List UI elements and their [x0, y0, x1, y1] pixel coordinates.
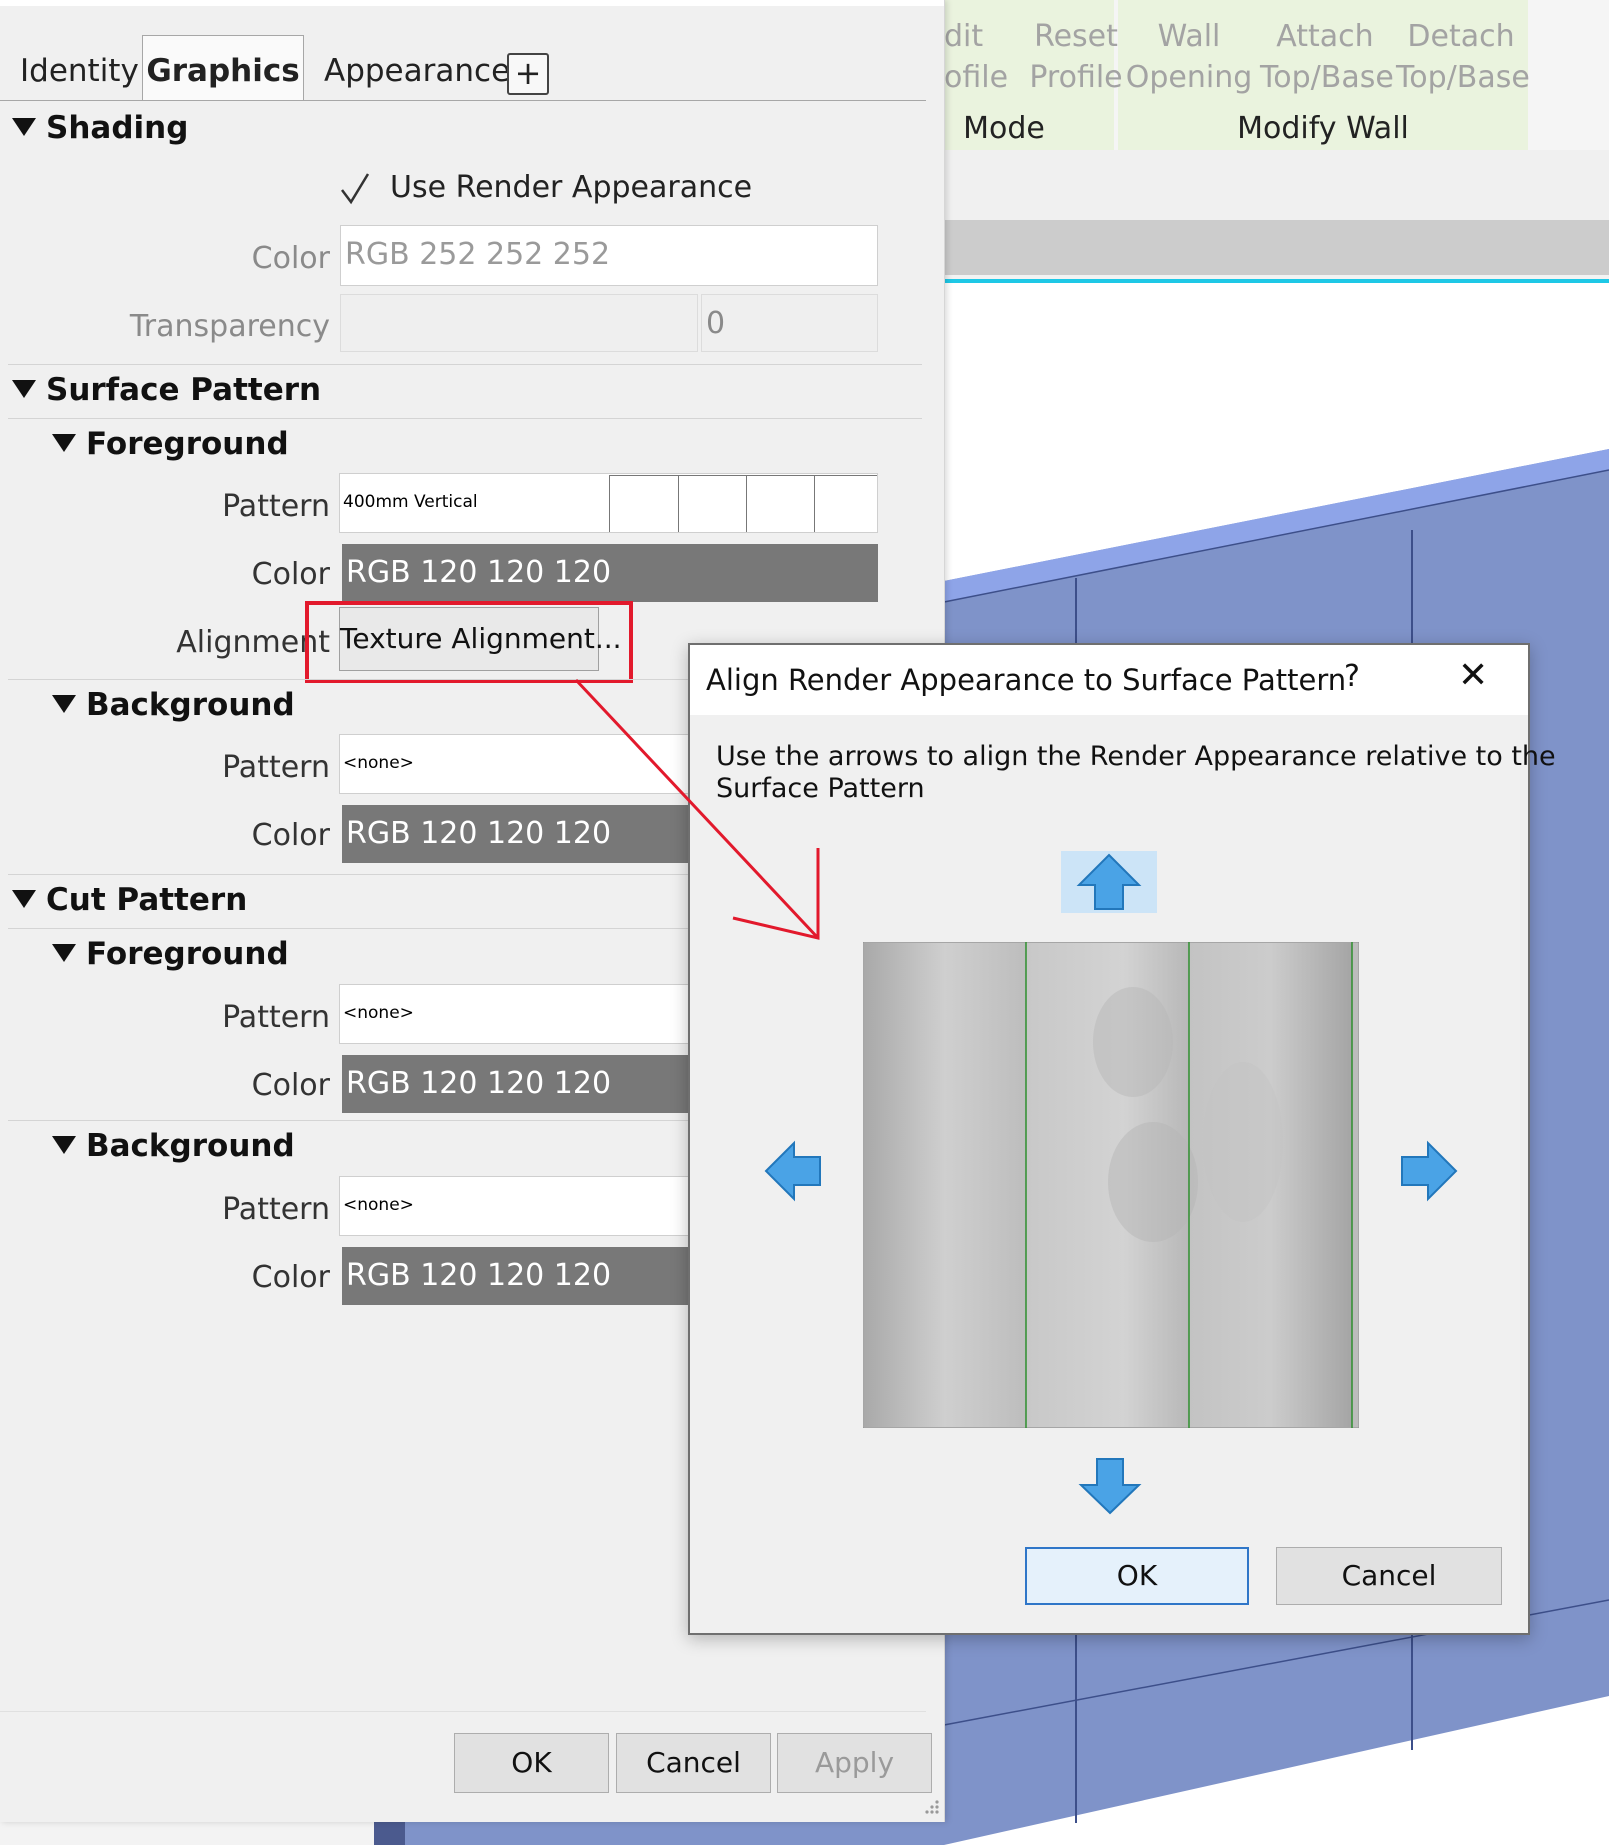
section-divider: [8, 364, 922, 365]
transparency-slider: [340, 294, 698, 352]
footer-divider: [0, 1711, 926, 1712]
section-divider: [8, 418, 922, 419]
cut-fg-color-label: Color: [251, 1068, 330, 1103]
section-cut-pattern-header[interactable]: Cut Pattern: [12, 882, 247, 918]
pattern-name: <none>: [343, 1003, 414, 1023]
arrow-right-icon: [1401, 1140, 1458, 1202]
pattern-swatch-cell: [814, 476, 877, 532]
pattern-name: 400mm Vertical: [343, 492, 478, 512]
section-title: Foreground: [86, 426, 289, 462]
pattern-swatch: [609, 475, 877, 532]
tab-identity[interactable]: Identity: [20, 36, 139, 100]
add-asset-button[interactable]: +: [507, 53, 549, 95]
section-shading-header[interactable]: Shading: [12, 110, 188, 146]
cut-bg-color-label: Color: [251, 1260, 330, 1295]
close-icon[interactable]: ✕: [1458, 655, 1488, 696]
transparency-label: Transparency: [129, 309, 330, 344]
section-title: Foreground: [86, 936, 289, 972]
section-title: Background: [86, 1128, 295, 1164]
dialog-instruction: Use the arrows to align the Render Appea…: [716, 741, 1556, 772]
texture-preview: [863, 942, 1359, 1428]
surface-fg-color-label: Color: [251, 557, 330, 592]
dialog-titlebar: Align Render Appearance to Surface Patte…: [690, 645, 1528, 715]
nudge-up-button[interactable]: [1061, 851, 1157, 913]
collapse-triangle-icon: [12, 889, 36, 908]
surface-bg-pattern-label: Pattern: [222, 750, 330, 785]
section-title: Surface Pattern: [46, 372, 322, 408]
pattern-name: <none>: [343, 753, 414, 773]
dialog-instruction: Surface Pattern: [716, 773, 925, 804]
nudge-down-button[interactable]: [1075, 1455, 1145, 1517]
pattern-swatch-cell: [678, 476, 746, 532]
arrow-left-icon: [764, 1140, 821, 1202]
surface-fg-pattern-field[interactable]: 400mm Vertical: [339, 473, 878, 533]
align-render-appearance-dialog: Align Render Appearance to Surface Patte…: [688, 643, 1556, 1635]
surface-fg-color-field[interactable]: RGB 120 120 120: [342, 544, 878, 602]
dialog-title: Align Render Appearance to Surface Patte…: [706, 663, 1347, 697]
surface-fg-pattern-label: Pattern: [222, 489, 330, 524]
resize-grip-icon[interactable]: [920, 1797, 940, 1817]
section-title: Background: [86, 687, 295, 723]
section-surface-pattern-header[interactable]: Surface Pattern: [12, 372, 321, 408]
dialog-cancel-button[interactable]: Cancel: [1276, 1547, 1502, 1605]
collapse-triangle-icon: [12, 379, 36, 398]
pattern-name: <none>: [343, 1195, 414, 1215]
subsection-surface-foreground-header[interactable]: Foreground: [52, 426, 289, 462]
wall-base-edge: [405, 1822, 944, 1845]
pattern-swatch-cell: [746, 476, 814, 532]
collapse-triangle-icon: [52, 943, 76, 962]
checkmark-icon: [341, 173, 370, 205]
collapse-triangle-icon: [52, 433, 76, 452]
annotation-highlight-box: [305, 601, 633, 683]
collapse-triangle-icon: [52, 694, 76, 713]
shading-color-field: RGB 252 252 252: [340, 225, 878, 286]
collapse-triangle-icon: [12, 117, 36, 136]
nudge-left-button[interactable]: [762, 1139, 826, 1203]
use-render-appearance-checkbox[interactable]: [340, 172, 370, 206]
nudge-right-button[interactable]: [1396, 1139, 1460, 1203]
tab-appearance[interactable]: Appearance: [324, 36, 510, 100]
subsection-surface-background-header[interactable]: Background: [52, 687, 295, 723]
ok-button[interactable]: OK: [454, 1733, 609, 1793]
tab-graphics[interactable]: Graphics: [142, 35, 304, 100]
arrow-down-icon: [1078, 1458, 1142, 1515]
subsection-cut-foreground-header[interactable]: Foreground: [52, 936, 289, 972]
use-render-appearance-label: Use Render Appearance: [390, 170, 753, 205]
apply-button[interactable]: Apply: [777, 1733, 932, 1793]
shading-color-label: Color: [251, 241, 330, 276]
wall-base-edge: [374, 1822, 405, 1845]
cut-bg-pattern-label: Pattern: [222, 1192, 330, 1227]
help-icon[interactable]: ?: [1344, 659, 1360, 694]
cancel-button[interactable]: Cancel: [616, 1733, 771, 1793]
collapse-triangle-icon: [52, 1135, 76, 1154]
subsection-cut-background-header[interactable]: Background: [52, 1128, 295, 1164]
dialog-ok-button[interactable]: OK: [1025, 1547, 1249, 1605]
tab-bar: Identity Graphics Appearance +: [0, 34, 926, 101]
section-title: Shading: [46, 110, 189, 146]
section-title: Cut Pattern: [46, 882, 248, 918]
panel-top-strip: [0, 0, 944, 6]
arrow-up-icon: [1076, 853, 1142, 910]
cut-fg-pattern-label: Pattern: [222, 1000, 330, 1035]
surface-bg-color-label: Color: [251, 818, 330, 853]
transparency-value-field: 0: [701, 294, 878, 352]
